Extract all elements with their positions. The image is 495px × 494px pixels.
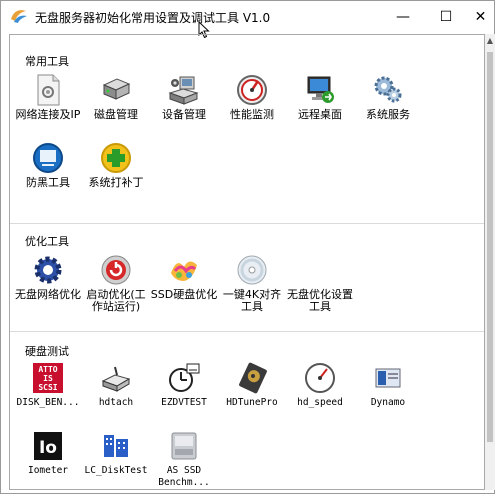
- tool-label: hdtach: [98, 397, 134, 408]
- scroll-up-arrow-icon[interactable]: ▲: [485, 36, 495, 45]
- iometer-icon: Io: [34, 432, 62, 460]
- tool-performance-monitor[interactable]: 性能监测: [218, 73, 286, 121]
- remote-desktop-icon: [307, 76, 334, 103]
- divider: [10, 331, 484, 332]
- app-logo-icon: [11, 10, 27, 23]
- tool-ssd-optimize[interactable]: SSD硬盘优化: [150, 253, 218, 301]
- tool-label: 系统服务: [366, 108, 410, 121]
- tool-iometer[interactable]: Io Iometer: [14, 429, 82, 477]
- group-label-optimize: 优化工具: [25, 235, 69, 248]
- tool-hd-speed[interactable]: hd_speed: [286, 361, 354, 409]
- group-label-disk-test: 硬盘测试: [25, 345, 69, 358]
- network-optimize-gear-icon: [34, 256, 62, 284]
- tool-as-ssd[interactable]: AS SSD Benchm...: [150, 429, 218, 489]
- disk-management-icon: [102, 78, 131, 100]
- tool-label: 远程桌面: [298, 108, 342, 121]
- lc-disktest-icon: [104, 435, 128, 457]
- ssd-optimize-icon: [171, 261, 197, 281]
- tool-disk-bench[interactable]: ATTO IS SCSI DISK_BEN...: [14, 361, 82, 409]
- tool-label: 无盘网络优化: [15, 288, 81, 301]
- hdtunepro-icon: [239, 362, 267, 394]
- tool-device-manager[interactable]: 设备管理: [150, 73, 218, 121]
- title-bar[interactable]: 无盘服务器初始化常用设置及调试工具 V1.0 — ☐ ✕: [1, 1, 494, 32]
- tool-system-services[interactable]: 系统服务: [354, 73, 422, 121]
- close-button[interactable]: ✕: [467, 1, 494, 32]
- dynamo-icon: [375, 368, 401, 388]
- device-manager-icon: [168, 76, 199, 105]
- tool-remote-desktop[interactable]: 远程桌面: [286, 73, 354, 121]
- tool-4k-align[interactable]: 一键4K对齐工具: [218, 253, 286, 313]
- tool-label: EZDVTEST: [161, 397, 207, 408]
- tool-label: 设备管理: [162, 108, 206, 121]
- network-connections-icon: [37, 74, 60, 106]
- system-patch-icon: [101, 143, 131, 173]
- atto-disk-benchmark-icon: ATTO IS SCSI: [33, 363, 63, 393]
- tool-anti-hack[interactable]: 防黑工具: [14, 141, 82, 189]
- tool-label: HDTunePro: [226, 397, 278, 408]
- blank-icon: [303, 253, 337, 287]
- tool-disk-management[interactable]: 磁盘管理: [82, 73, 150, 121]
- maximize-button[interactable]: ☐: [424, 1, 468, 32]
- tool-label: 系统打补丁: [88, 176, 144, 189]
- window-title: 无盘服务器初始化常用设置及调试工具 V1.0: [35, 11, 271, 25]
- tool-label: 防黑工具: [26, 176, 70, 189]
- minimize-button[interactable]: —: [381, 1, 425, 32]
- tool-network-optimize[interactable]: 无盘网络优化: [14, 253, 82, 301]
- tool-hdtunepro[interactable]: HDTunePro: [218, 361, 286, 409]
- tool-label: AS SSD Benchm...: [158, 465, 210, 488]
- 4k-align-disc-icon: [237, 255, 267, 285]
- scroll-thumb[interactable]: [487, 52, 493, 442]
- tool-label: 无盘优化设置工具: [287, 288, 353, 313]
- iometer-icon-text: Io: [39, 438, 57, 458]
- as-ssd-benchmark-icon: [171, 432, 197, 460]
- ezdvtest-icon: [169, 363, 200, 392]
- performance-monitor-icon: [237, 75, 267, 105]
- tool-ezdvtest[interactable]: EZDVTEST: [150, 361, 218, 409]
- tool-lc-disktest[interactable]: LC_DiskTest: [82, 429, 150, 477]
- tool-label: DISK_BEN...: [16, 397, 80, 408]
- atto-text-line-1: ATTO: [38, 365, 57, 374]
- tools-panel: 常用工具 网络连接及IP 磁盘管理 设备管理 性能监测 远程桌面 系统服务 防黑…: [9, 34, 485, 490]
- hd-speed-gauge-icon: [305, 363, 335, 393]
- tool-label: 一键4K对齐工具: [222, 288, 282, 313]
- system-services-icon: [374, 76, 402, 103]
- tool-label: hd_speed: [297, 397, 343, 408]
- tool-hdtach[interactable]: hdtach: [82, 361, 150, 409]
- tool-label: 性能监测: [230, 108, 274, 121]
- tool-label: SSD硬盘优化: [150, 288, 218, 301]
- tool-network-connections[interactable]: 网络连接及IP: [14, 73, 82, 121]
- anti-hack-tool-icon: [33, 143, 63, 173]
- tool-label: 磁盘管理: [94, 108, 138, 121]
- tool-diskless-settings[interactable]: 无盘优化设置工具: [286, 253, 354, 313]
- tool-startup-optimize[interactable]: 启动优化(工作站运行): [82, 253, 150, 313]
- atto-text-line-3: SCSI: [38, 383, 57, 392]
- tool-label: LC_DiskTest: [84, 465, 148, 476]
- app-window: 无盘服务器初始化常用设置及调试工具 V1.0 — ☐ ✕ 常用工具 网络连接及I…: [0, 0, 495, 494]
- startup-optimize-icon: [101, 255, 131, 285]
- tool-label: 启动优化(工作站运行): [86, 288, 146, 313]
- tool-label: Iometer: [27, 465, 69, 476]
- atto-text-line-2: IS: [43, 374, 53, 383]
- divider: [10, 223, 484, 224]
- tool-dynamo[interactable]: Dynamo: [354, 361, 422, 409]
- tool-system-patch[interactable]: 系统打补丁: [82, 141, 150, 189]
- vertical-scrollbar[interactable]: ▲: [485, 34, 495, 490]
- tool-label: Dynamo: [370, 397, 406, 408]
- group-label-common: 常用工具: [25, 55, 69, 68]
- hdtach-icon: [101, 366, 131, 392]
- tool-label: 网络连接及IP: [15, 108, 81, 121]
